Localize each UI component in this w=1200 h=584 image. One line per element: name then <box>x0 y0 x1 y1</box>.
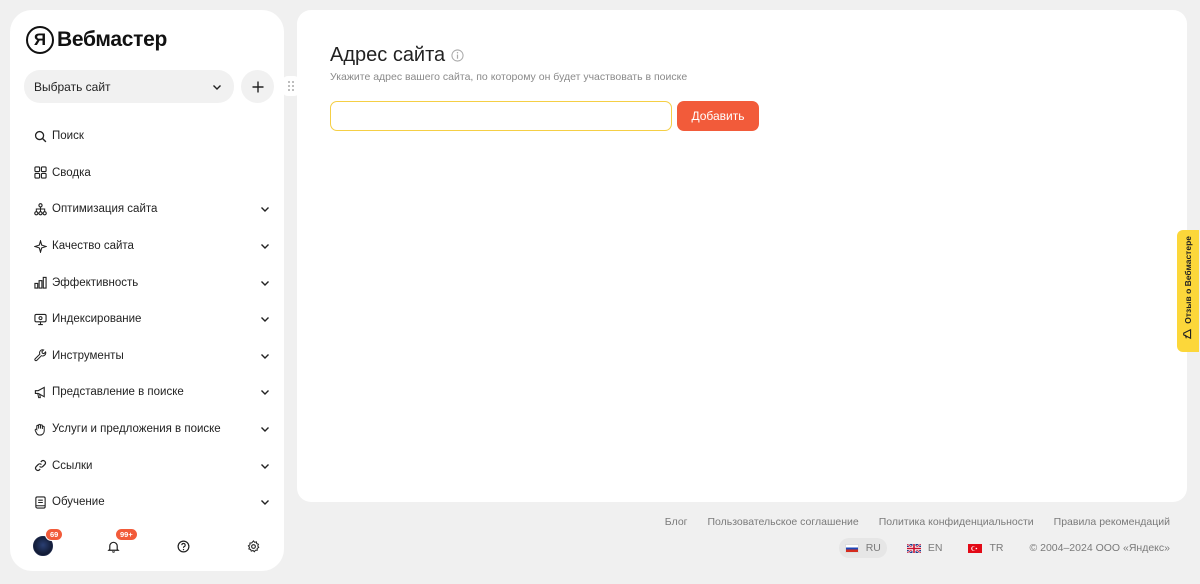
footer-bottom: RU EN TR © 2004–2024 ООО «Яндекс» <box>825 538 1170 558</box>
turkey-flag-icon <box>968 543 983 553</box>
sidebar-item-summary[interactable]: Сводка <box>24 155 274 192</box>
monitor-icon <box>33 312 47 326</box>
help-icon <box>177 540 189 552</box>
megaphone-icon <box>1183 328 1192 339</box>
russia-flag-icon <box>844 543 859 553</box>
sidebar-item-optimization[interactable]: Оптимизация сайта <box>24 191 274 228</box>
wrench-icon <box>33 349 47 363</box>
language-tr[interactable]: TR <box>962 538 1009 558</box>
bell-icon <box>106 541 120 553</box>
chevron-down-icon <box>261 244 269 250</box>
logo[interactable]: Я Вебмастер <box>26 26 167 54</box>
sidebar-item-tools[interactable]: Инструменты <box>24 338 274 375</box>
notifications-badge: 99+ <box>115 528 138 541</box>
page-subtitle: Укажите адрес вашего сайта, по которому … <box>330 71 688 83</box>
feedback-tab[interactable]: Отзыв о Вебмастере <box>1177 230 1199 352</box>
chevron-down-icon <box>261 390 269 396</box>
footer-link-blog[interactable]: Блог <box>665 516 688 528</box>
chevron-down-icon <box>261 353 269 359</box>
page-title: Адрес сайта <box>330 44 464 67</box>
gear-icon <box>247 539 259 552</box>
chevron-down-icon <box>261 317 269 323</box>
hierarchy-icon <box>33 202 47 216</box>
sidebar: Я Вебмастер Выбрать сайт Поиск Сводка Оп… <box>10 10 284 571</box>
add-site-button[interactable]: Добавить <box>677 101 759 131</box>
sidebar-item-quality[interactable]: Качество сайта <box>24 228 274 265</box>
info-icon[interactable] <box>451 49 464 62</box>
footer-link-privacy-policy[interactable]: Политика конфиденциальности <box>879 516 1034 528</box>
sidebar-item-indexing[interactable]: Индексирование <box>24 301 274 338</box>
chevron-down-icon <box>261 427 269 433</box>
sidebar-item-label: Сводка <box>52 166 91 179</box>
language-code: TR <box>989 542 1004 554</box>
sidebar-item-label: Качество сайта <box>52 240 134 253</box>
help-button[interactable] <box>171 534 195 558</box>
sidebar-item-label: Обучение <box>52 496 105 509</box>
sidebar-item-label: Эффективность <box>52 276 139 289</box>
profile-button[interactable]: 69 <box>31 528 64 558</box>
sidebar-item-label: Представление в поиске <box>52 386 184 399</box>
uk-flag-icon <box>906 543 921 553</box>
yandex-logo-icon: Я <box>26 26 54 54</box>
chevron-down-icon <box>261 500 269 506</box>
plus-icon <box>252 81 263 92</box>
sidebar-item-learning[interactable]: Обучение <box>24 484 274 521</box>
site-select-dropdown[interactable]: Выбрать сайт <box>24 70 234 103</box>
footer-link-user-agreement[interactable]: Пользовательское соглашение <box>707 516 858 528</box>
add-site-plus-button[interactable] <box>241 70 274 103</box>
footer-link-recommendation-rules[interactable]: Правила рекомендаций <box>1054 516 1170 528</box>
footer-links: Блог Пользовательское соглашение Политик… <box>645 516 1170 528</box>
search-icon <box>33 129 47 143</box>
main-panel: Адрес сайта Укажите адрес вашего сайта, … <box>297 10 1187 502</box>
sidebar-item-links[interactable]: Ссылки <box>24 447 274 484</box>
sidebar-item-label: Поиск <box>52 130 84 143</box>
sidebar-item-label: Инструменты <box>52 349 124 362</box>
logo-text: Вебмастер <box>57 28 167 51</box>
chevron-down-icon <box>213 84 221 90</box>
sidebar-item-search-appearance[interactable]: Представление в поиске <box>24 374 274 411</box>
bar-chart-icon <box>33 276 47 290</box>
dashboard-icon <box>33 166 47 180</box>
megaphone-icon <box>33 385 47 399</box>
site-address-input[interactable] <box>330 101 672 131</box>
chevron-down-icon <box>261 207 269 213</box>
language-code: RU <box>865 542 881 554</box>
site-select-label: Выбрать сайт <box>34 79 111 94</box>
settings-button[interactable] <box>241 534 265 558</box>
book-icon <box>33 495 47 509</box>
language-code: EN <box>927 542 943 554</box>
sidebar-item-search[interactable]: Поиск <box>24 118 274 155</box>
sidebar-item-efficiency[interactable]: Эффективность <box>24 264 274 301</box>
sidebar-item-label: Услуги и предложения в поиске <box>52 423 221 436</box>
sidebar-item-services[interactable]: Услуги и предложения в поиске <box>24 411 274 448</box>
page-heading: Адрес сайта <box>330 44 446 66</box>
hand-icon <box>33 422 47 436</box>
sparkle-icon <box>33 239 47 253</box>
chevron-down-icon <box>261 463 269 469</box>
language-en[interactable]: EN <box>901 538 949 558</box>
feedback-tab-label: Отзыв о Вебмастере <box>1183 236 1193 324</box>
drag-dots-icon <box>288 81 294 91</box>
avatar-badge: 69 <box>45 528 64 541</box>
copyright: © 2004–2024 ООО «Яндекс» <box>1029 542 1170 554</box>
language-ru[interactable]: RU <box>838 538 887 558</box>
sidebar-item-label: Ссылки <box>52 459 93 472</box>
sidebar-bottom-bar: 69 99+ <box>10 528 284 558</box>
sidebar-menu: Поиск Сводка Оптимизация сайта Качество … <box>24 118 274 521</box>
chevron-down-icon <box>261 280 269 286</box>
notifications-button[interactable]: 99+ <box>101 528 138 558</box>
sidebar-item-label: Оптимизация сайта <box>52 203 158 216</box>
sidebar-item-label: Индексирование <box>52 313 142 326</box>
link-icon <box>33 459 47 473</box>
